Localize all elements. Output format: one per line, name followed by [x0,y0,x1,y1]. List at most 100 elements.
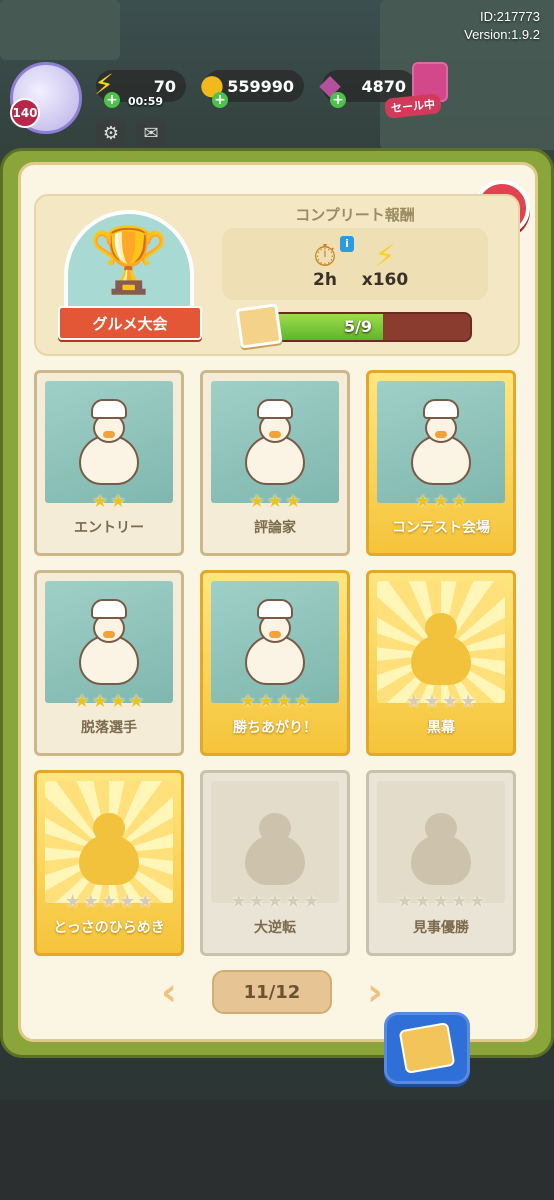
background-road [0,1100,554,1200]
card-stars: ★ ★ ★ ★ [377,691,505,713]
star-icon: ★ [432,491,450,512]
card-illustration [45,581,173,703]
collection-card[interactable]: ★ ★ ★ ★ ★ 見事優勝 [366,770,516,956]
star-icon: ★ [469,891,486,912]
duck-character [411,398,471,491]
duck-character [79,398,139,491]
star-icon: ★ [128,691,145,712]
card-label: とっさのひらめき [53,920,165,936]
star-icon: ★ [460,691,477,712]
duck-character [79,812,139,891]
card-illustration [377,781,505,903]
star-icon: ★ [110,691,127,712]
album-button[interactable] [384,1012,470,1084]
energy-value: 70 [153,76,176,96]
card-illustration [211,781,339,903]
next-page-button[interactable]: › [358,970,392,1014]
coin-value: 559990 [227,76,294,96]
add-gems-icon[interactable]: + [330,92,346,108]
chevron-right-icon: › [367,970,383,1014]
star-icon: ★ [248,491,265,512]
card-stars: ★ ★ ★ ★ ★ [377,891,505,913]
card-stars: ★ ★ ★ ★ [211,691,339,713]
star-icon: ★ [137,891,154,912]
collection-card[interactable]: ★ ★ ★ コンテスト会場 [366,370,516,556]
background-building [0,0,120,60]
mail-icon[interactable]: ✉ [136,118,166,148]
star-icon: ★ [248,891,265,912]
card-label: 黒幕 [427,720,455,736]
coin-counter[interactable]: ● + 559990 [200,68,304,108]
card-label: 勝ちあがり！ [233,720,317,736]
collection-card[interactable]: ★ ★ ★ ★ ★ とっさのひらめき [34,770,184,956]
card-stars: ★ ★ ★ ★ [45,691,173,713]
version-text: Version:1.9.2 [464,27,540,42]
card-label: エントリー [74,520,144,536]
album-icon [398,1021,456,1075]
card-label: 見事優勝 [413,920,469,936]
star-icon: ★ [257,691,274,712]
star-icon: ★ [303,891,320,912]
star-icon: ★ [442,691,459,712]
collection-card[interactable]: ★ ★ ★ ★ 勝ちあがり！ [200,570,350,756]
star-icon: ★ [230,891,247,912]
collection-card[interactable]: ★ ★ ★ ★ ★ 大逆転 [200,770,350,956]
card-stars: ★ ★ ★ ★ ★ [211,891,339,913]
card-illustration [45,381,173,503]
level-badge: 140 [10,98,40,128]
reward-value: x160 [361,270,409,290]
version-info: ID:217773 Version:1.9.2 [464,8,540,44]
card-illustration [377,381,505,503]
star-icon: ★ [119,891,136,912]
card-label: コンテスト会場 [392,520,490,536]
category-title: グルメ大会 [58,306,202,340]
star-icon: ★ [396,891,413,912]
star-icon: ★ [73,691,90,712]
star-icon: ★ [266,491,284,512]
star-icon: ★ [285,491,302,512]
card-label: 大逆転 [254,920,296,936]
trophy-icon: 🏆 [89,223,169,298]
card-stars: ★ ★ ★ [211,491,339,513]
star-icon: ★ [451,891,468,912]
card-stars: ★ ★ ★ [377,491,505,513]
progress-text: 5/9 [343,317,373,336]
star-icon: ★ [110,491,127,512]
page-indicator: 11/12 [212,970,332,1014]
star-icon: ★ [451,491,468,512]
card-illustration [211,581,339,703]
star-icon: ★ [100,891,118,912]
star-icon: ★ [276,691,293,712]
collection-card[interactable]: ★ ★ エントリー [34,370,184,556]
card-illustration [45,781,173,903]
star-icon: ★ [239,691,256,712]
gem-value: 4870 [361,76,406,96]
lightning-icon: ⚡ [374,239,396,274]
star-icon: ★ [423,691,440,712]
duck-character [245,598,305,691]
add-coins-icon[interactable]: + [212,92,228,108]
chevron-left-icon: ‹ [161,970,177,1014]
settings-gear-icon[interactable]: ⚙ [96,118,126,148]
duck-character [245,812,305,891]
add-energy-icon[interactable]: + [104,92,120,108]
collection-card[interactable]: ★ ★ ★ ★ 黒幕 [366,570,516,756]
star-icon: ★ [294,691,311,712]
star-icon: ★ [405,691,422,712]
duck-character [411,812,471,891]
player-id-text: ID:217773 [480,9,540,24]
collection-card[interactable]: ★ ★ ★ 評論家 [200,370,350,556]
star-icon: ★ [266,891,284,912]
star-icon: ★ [285,891,302,912]
prev-page-button[interactable]: ‹ [152,970,186,1014]
star-icon: ★ [414,891,431,912]
card-stars: ★ ★ ★ ★ ★ [45,891,173,913]
card-label: 評論家 [254,520,296,536]
collection-card[interactable]: ★ ★ ★ ★ 脱落選手 [34,570,184,756]
duck-character [79,598,139,691]
card-label: 脱落選手 [81,720,137,736]
duck-character [245,398,305,491]
star-icon: ★ [64,891,81,912]
star-icon: ★ [91,691,108,712]
star-icon: ★ [91,491,108,512]
